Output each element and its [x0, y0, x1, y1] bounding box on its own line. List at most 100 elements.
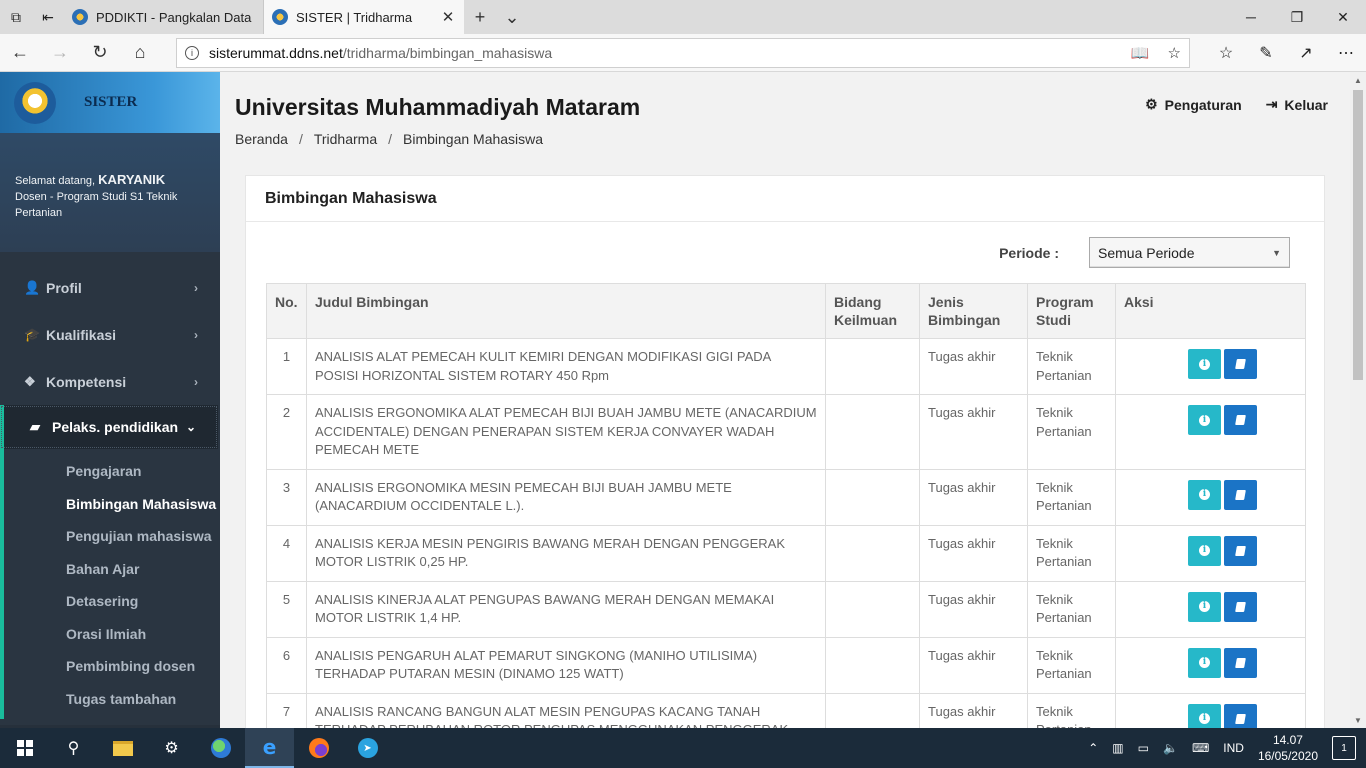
- close-tab-icon[interactable]: ✕: [440, 8, 456, 26]
- cell-jenis: Tugas akhir: [919, 338, 1028, 395]
- file-explorer-icon[interactable]: [98, 728, 147, 768]
- pen-icon[interactable]: ✎: [1246, 34, 1286, 72]
- user-info: Selamat datang, KARYANIK Dosen - Program…: [0, 133, 220, 252]
- book-icon: ▰: [30, 419, 40, 434]
- info-icon: i: [1199, 601, 1210, 612]
- page-scrollbar[interactable]: ▲ ▼: [1350, 72, 1366, 728]
- cell-prodi: Teknik Pertanian: [1027, 468, 1116, 526]
- submenu-item-pengajaran[interactable]: Pengajaran: [4, 455, 218, 488]
- settings-gear-icon[interactable]: ⚙: [147, 728, 196, 768]
- restore-icon[interactable]: ❐: [1274, 0, 1320, 34]
- detail-button[interactable]: i: [1188, 591, 1221, 622]
- document-button[interactable]: [1224, 349, 1257, 379]
- favorites-icon[interactable]: ☆: [1206, 34, 1246, 72]
- detail-button[interactable]: i: [1188, 703, 1221, 728]
- chevron-down-icon[interactable]: ⌄: [496, 0, 528, 34]
- submenu-item-pembimbing-dosen[interactable]: Pembimbing dosen: [4, 650, 218, 683]
- cell-jenis: Tugas akhir: [919, 636, 1028, 694]
- sidebar-brand[interactable]: SISTER: [0, 72, 220, 133]
- home-icon[interactable]: ⌂: [120, 34, 160, 72]
- scrollbar-thumb[interactable]: [1353, 90, 1363, 380]
- volume-icon[interactable]: 🔈: [1163, 741, 1178, 755]
- document-button[interactable]: [1224, 535, 1257, 566]
- settings-link[interactable]: ⚙ Pengaturan: [1145, 96, 1242, 113]
- detail-button[interactable]: i: [1188, 405, 1221, 435]
- submenu-item-detasering[interactable]: Detasering: [4, 585, 218, 618]
- submenu-item-bimbingan-mahasiswa[interactable]: Bimbingan Mahasiswa: [4, 488, 218, 521]
- document-button[interactable]: [1224, 405, 1257, 435]
- browser-tab-sister[interactable]: SISTER | Tridharma ✕: [264, 0, 464, 34]
- new-tab-icon[interactable]: +: [464, 0, 496, 34]
- set-tabs-aside-icon[interactable]: ⇤: [32, 0, 64, 34]
- bimbingan-table: No. Judul Bimbingan Bidang Keilmuan Jeni…: [266, 283, 1306, 728]
- cell-bidang: [825, 338, 920, 395]
- info-icon: i: [1199, 358, 1210, 370]
- site-info-icon[interactable]: i: [185, 46, 199, 60]
- clock[interactable]: 14.07 16/05/2020: [1258, 732, 1318, 764]
- start-button[interactable]: [0, 728, 49, 768]
- windows-taskbar: ⚲ ⚙ e ➤ ⌃ ▥ ▭ 🔈 ⌨ IND 14.07 16/05/2020 1: [0, 728, 1366, 768]
- document-button[interactable]: [1224, 479, 1257, 510]
- network-icon[interactable]: ▥: [1112, 741, 1123, 755]
- cell-no: 3: [266, 468, 307, 526]
- sidebar-item-label: Profil: [46, 279, 82, 296]
- address-bar[interactable]: i sisterummat.ddns.net/tridharma/bimbing…: [176, 38, 1190, 68]
- battery-icon[interactable]: ▭: [1138, 741, 1149, 755]
- language-indicator[interactable]: IND: [1223, 741, 1244, 755]
- browser-toolbar: ← → ↻ ⌂ i sisterummat.ddns.net/tridharma…: [0, 34, 1366, 72]
- edge-browser-icon[interactable]: e: [245, 728, 294, 768]
- document-button[interactable]: [1224, 591, 1257, 622]
- logout-link[interactable]: ⇥ Keluar: [1266, 96, 1328, 113]
- cell-bidang: [825, 580, 920, 638]
- share-icon[interactable]: ↗: [1286, 34, 1326, 72]
- breadcrumb-beranda[interactable]: Beranda: [235, 131, 288, 147]
- cell-aksi: i: [1115, 394, 1306, 470]
- forward-icon[interactable]: →: [40, 34, 80, 72]
- search-icon[interactable]: ⚲: [49, 728, 98, 768]
- submenu-item-pengujian-mahasiswa[interactable]: Pengujian mahasiswa: [4, 520, 218, 553]
- cell-aksi: i: [1115, 580, 1306, 638]
- submenu-item-orasi-ilmiah[interactable]: Orasi Ilmiah: [4, 618, 218, 651]
- table-row: 4 ANALISIS KERJA MESIN PENGIRIS BAWANG M…: [266, 524, 1306, 582]
- browser-tab-pddikti[interactable]: PDDIKTI - Pangkalan Data P: [64, 0, 264, 34]
- detail-button[interactable]: i: [1188, 647, 1221, 678]
- keyboard-icon[interactable]: ⌨: [1192, 741, 1209, 755]
- back-icon[interactable]: ←: [0, 34, 40, 72]
- sidebar-item-profil[interactable]: 👤 Profil ›: [0, 264, 220, 311]
- cell-no: 7: [266, 692, 307, 728]
- sidebar-item-pelaks-pendidikan[interactable]: ▰ Pelaks. pendidikan ⌄: [0, 405, 218, 449]
- sidebar-item-kualifikasi[interactable]: 🎓 Kualifikasi ›: [0, 311, 220, 358]
- main-content: Universitas Muhammadiyah Mataram ⚙ Penga…: [220, 72, 1350, 728]
- refresh-icon[interactable]: ↻: [80, 34, 120, 72]
- cell-jenis: Tugas akhir: [919, 468, 1028, 526]
- chevron-up-icon[interactable]: ⌃: [1088, 741, 1098, 755]
- scroll-down-icon[interactable]: ▼: [1350, 712, 1366, 728]
- breadcrumb-tridharma[interactable]: Tridharma: [314, 131, 377, 147]
- close-window-icon[interactable]: ✕: [1320, 0, 1366, 34]
- notification-center-icon[interactable]: 1: [1332, 736, 1356, 760]
- detail-button[interactable]: i: [1188, 535, 1221, 566]
- book-icon: [1235, 545, 1246, 556]
- reading-view-icon[interactable]: 📖: [1131, 44, 1150, 62]
- detail-button[interactable]: i: [1188, 479, 1221, 510]
- submenu-item-bahan-ajar[interactable]: Bahan Ajar: [4, 553, 218, 586]
- submenu-item-tugas-tambahan[interactable]: Tugas tambahan: [4, 683, 218, 716]
- table-row: 5 ANALISIS KINERJA ALAT PENGUPAS BAWANG …: [266, 580, 1306, 638]
- detail-button[interactable]: i: [1188, 349, 1221, 379]
- tab-actions-icon[interactable]: ⧉: [0, 0, 32, 34]
- more-icon[interactable]: ⋯: [1326, 34, 1366, 72]
- periode-select[interactable]: Semua Periode ▼: [1089, 237, 1290, 268]
- table-header-row: No. Judul Bimbingan Bidang Keilmuan Jeni…: [266, 283, 1306, 339]
- scroll-up-icon[interactable]: ▲: [1350, 72, 1366, 88]
- info-icon: i: [1199, 657, 1210, 668]
- favorite-star-icon[interactable]: ☆: [1168, 44, 1181, 62]
- sidebar-item-kompetensi[interactable]: ❖ Kompetensi ›: [0, 358, 220, 405]
- document-button[interactable]: [1224, 647, 1257, 678]
- firefox-icon[interactable]: [294, 728, 343, 768]
- document-button[interactable]: [1224, 703, 1257, 728]
- caret-down-icon: ▼: [1272, 247, 1281, 258]
- book-icon: [1235, 657, 1246, 668]
- minimize-icon[interactable]: ─: [1228, 0, 1274, 34]
- telegram-icon[interactable]: ➤: [343, 728, 392, 768]
- app-globe-icon[interactable]: [196, 728, 245, 768]
